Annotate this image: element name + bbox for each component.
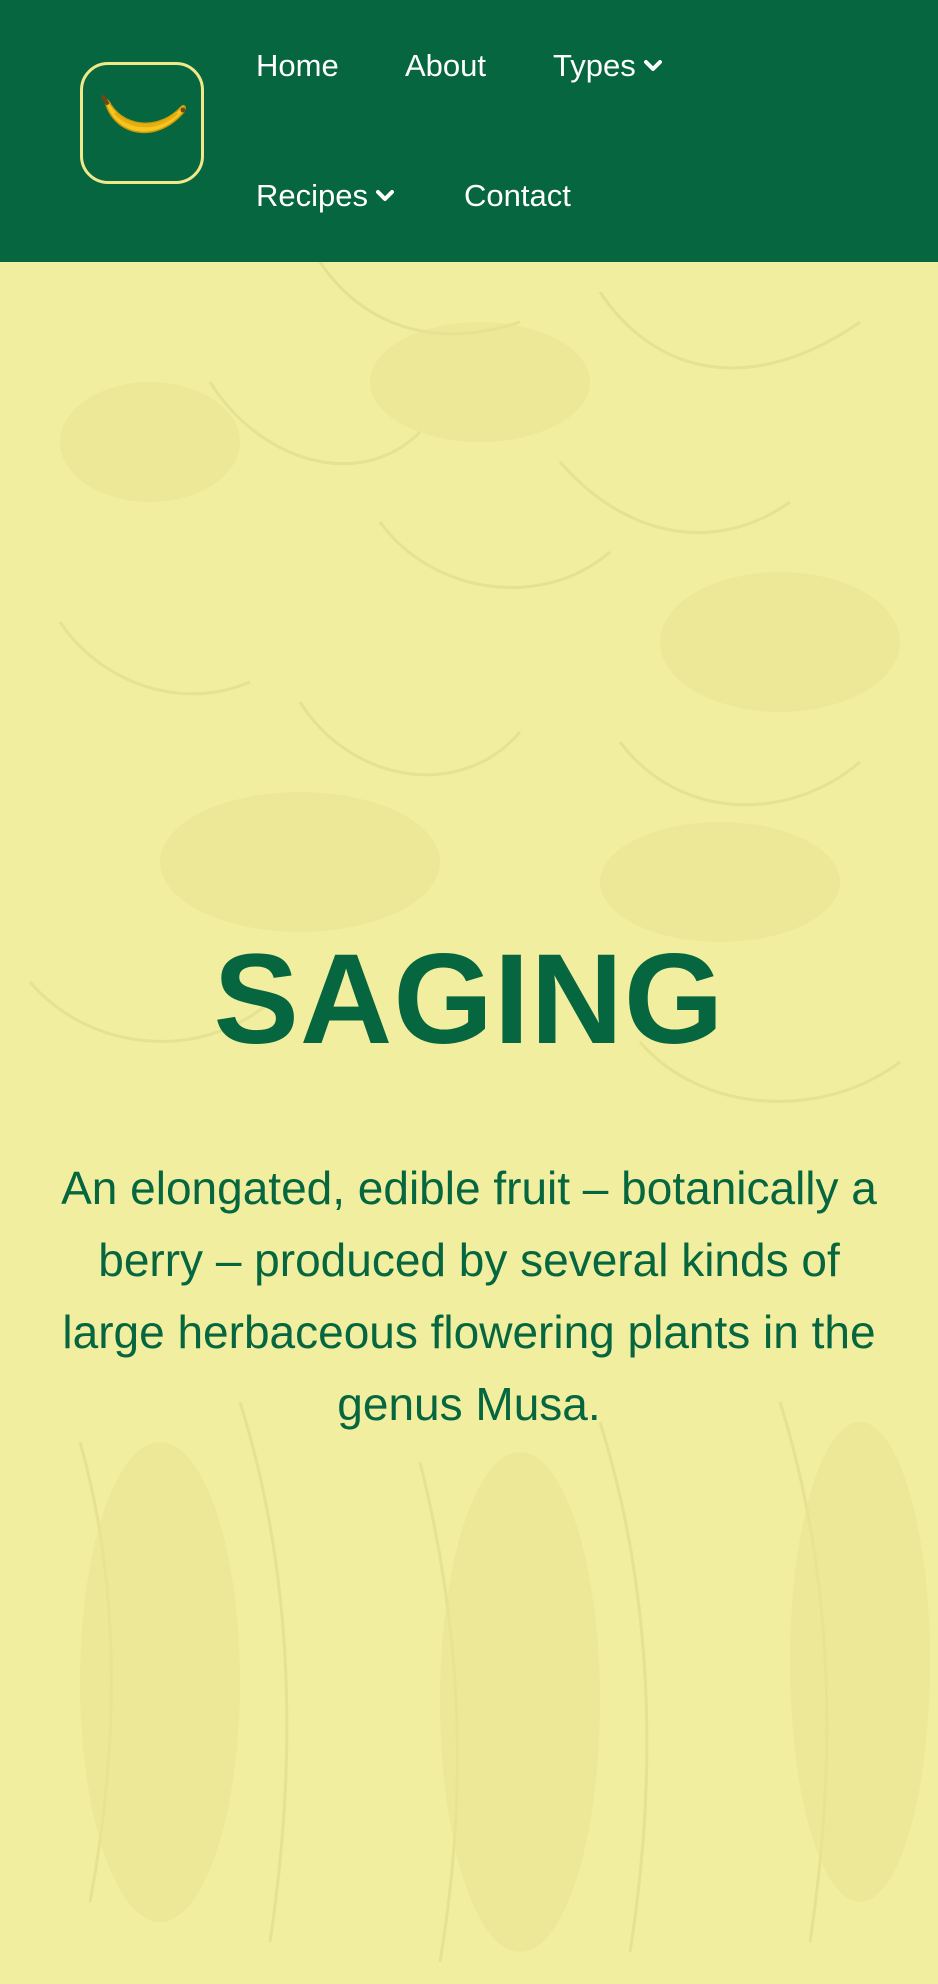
hero-section: SAGING An elongated, edible fruit – bota… — [0, 262, 938, 1984]
hero-title: SAGING — [213, 928, 725, 1071]
nav-recipes-label: Recipes — [256, 178, 368, 213]
banana-icon — [101, 95, 186, 134]
nav-about[interactable]: About — [405, 48, 486, 84]
nav-contact-label: Contact — [464, 178, 571, 213]
site-header: Home About Types Recipes Contact — [0, 0, 938, 262]
site-logo[interactable] — [80, 62, 204, 184]
nav-home[interactable]: Home — [256, 48, 339, 84]
chevron-down-icon — [376, 190, 394, 201]
nav-about-label: About — [405, 48, 487, 83]
hero-description: An elongated, edible fruit – botanically… — [61, 1162, 877, 1430]
nav-contact[interactable]: Contact — [464, 178, 571, 214]
chevron-down-icon — [643, 60, 662, 71]
nav-recipes[interactable]: Recipes — [256, 178, 394, 214]
nav-home-label: Home — [256, 48, 339, 83]
nav-types-label: Types — [553, 48, 636, 83]
nav-types[interactable]: Types — [553, 48, 662, 84]
banana-background-image — [0, 262, 938, 1984]
